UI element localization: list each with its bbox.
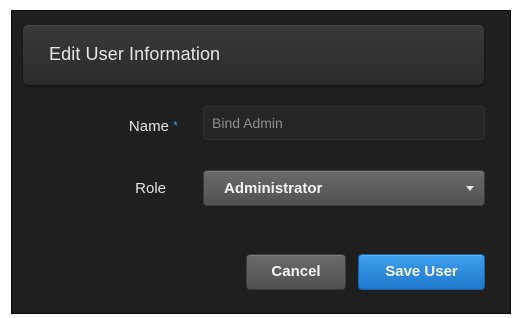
role-selected-value: Administrator	[224, 180, 323, 197]
cancel-button[interactable]: Cancel	[246, 254, 346, 290]
name-input[interactable]	[203, 106, 485, 140]
name-label: Name *	[120, 118, 178, 135]
dialog-header: Edit User Information	[23, 25, 484, 85]
save-user-button[interactable]: Save User	[358, 254, 485, 290]
caret-down-icon	[466, 186, 474, 191]
name-label-text: Name	[128, 118, 169, 135]
role-select[interactable]: Administrator	[203, 170, 485, 206]
required-marker: *	[172, 118, 178, 133]
role-label: Role	[135, 180, 166, 197]
dialog-title: Edit User Information	[49, 44, 221, 64]
